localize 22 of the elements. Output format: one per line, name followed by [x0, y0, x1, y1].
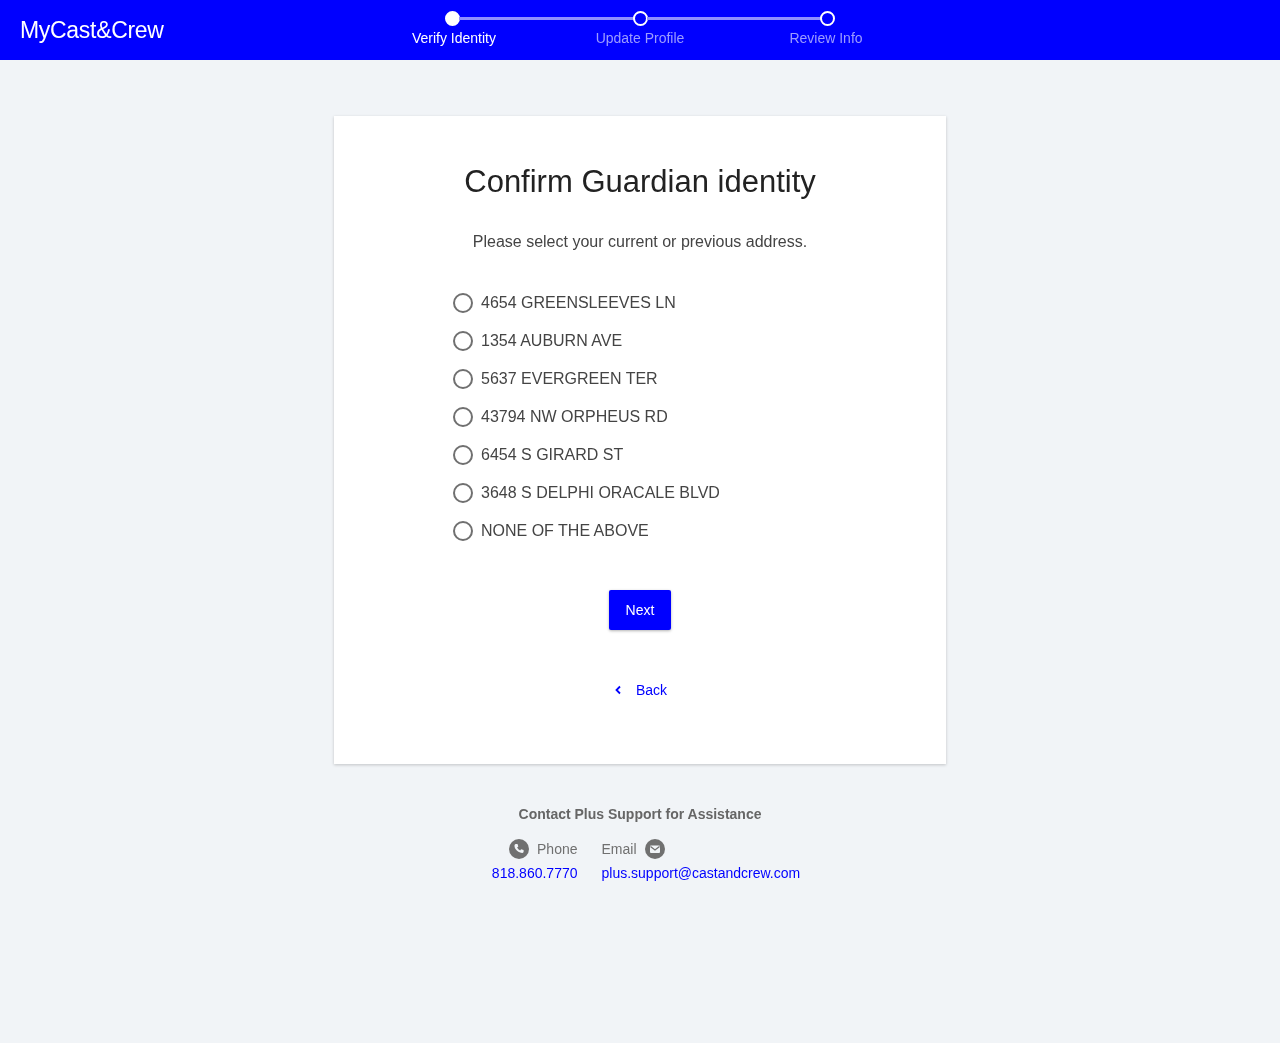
phone-link[interactable]: 818.860.7770 [491, 865, 578, 881]
address-option[interactable]: 6454 S GIRARD ST [453, 443, 720, 467]
next-button[interactable]: Next [609, 590, 671, 630]
address-option[interactable]: 43794 NW ORPHEUS RD [453, 405, 720, 429]
brand-logo: MyCast&Crew [20, 16, 164, 44]
address-option[interactable]: NONE OF THE ABOVE [453, 519, 720, 543]
envelope-icon [644, 839, 665, 859]
phone-icon [509, 839, 529, 859]
address-option[interactable]: 1354 AUBURN AVE [453, 329, 720, 353]
instruction-text: Please select your current or previous address. [472, 233, 808, 251]
step-label: Update Profile [594, 30, 686, 46]
back-link[interactable]: Back [612, 682, 668, 698]
card-title: Confirm Guardian identity [464, 164, 816, 200]
address-option[interactable]: 5637 EVERGREEN TER [453, 367, 720, 391]
address-option[interactable]: 4654 GREENSLEEVES LN [453, 291, 720, 315]
email-label: Email [601, 841, 637, 857]
address-option[interactable]: 3648 S DELPHI ORACALE BLVD [453, 481, 720, 505]
email-link[interactable]: plus.support@castandcrew.com [601, 865, 801, 881]
step-label: Verify Identity [410, 30, 497, 46]
phone-label: Phone [537, 841, 578, 857]
support-heading: Contact Plus Support for Assistance [518, 806, 762, 822]
step-label: Review Info [788, 30, 864, 46]
